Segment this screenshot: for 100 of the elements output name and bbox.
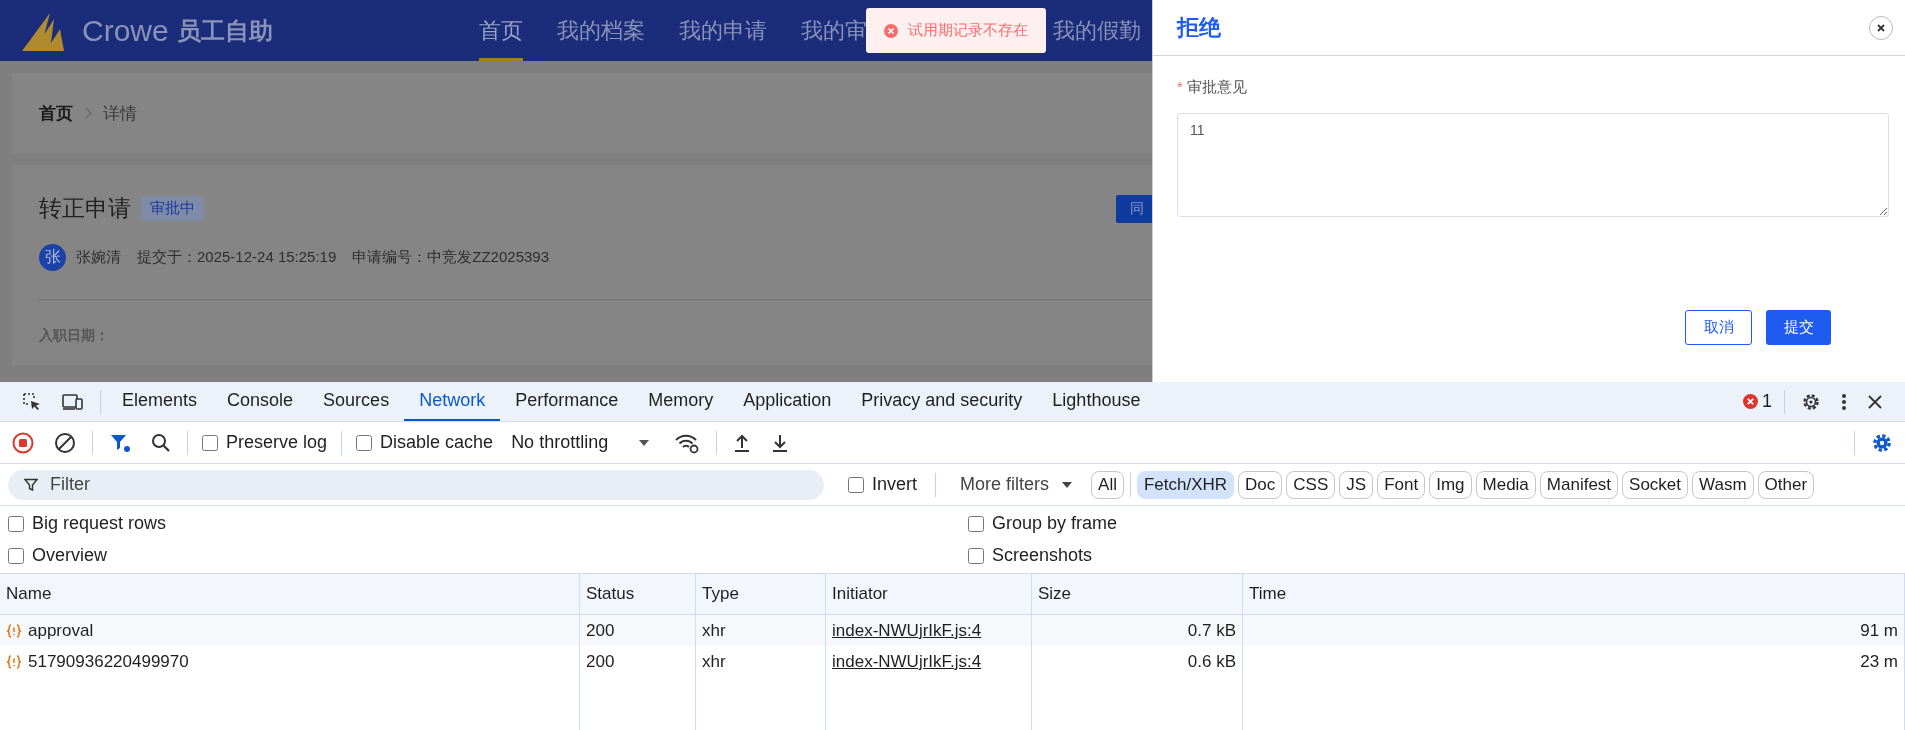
approve-button[interactable]: 同 — [1116, 194, 1152, 223]
comment-field[interactable]: 11 — [1177, 113, 1889, 217]
submitted-time: 提交于：2025-12-24 15:25:19 — [137, 248, 337, 267]
type-filter-chip[interactable]: All — [1091, 470, 1124, 499]
checkbox-label[interactable]: Invert — [872, 474, 918, 495]
type-filter-chip[interactable]: CSS — [1286, 470, 1336, 499]
time-cell: 23 m — [1243, 646, 1905, 677]
type-filter-chip[interactable]: Other — [1757, 470, 1815, 499]
request-name: approval — [28, 620, 94, 641]
more-icon[interactable] — [1841, 392, 1847, 411]
initiator-link[interactable]: index-NWUjrIkF.js:4 — [832, 651, 982, 672]
type-filter-chip[interactable]: Wasm — [1692, 470, 1754, 499]
breadcrumb-item: 详情 — [103, 102, 137, 125]
type-filter-chip[interactable]: Doc — [1238, 470, 1283, 499]
size-cell: 0.6 kB — [1032, 646, 1243, 677]
checkbox-label[interactable]: Screenshots — [992, 545, 1093, 566]
type-filter-chip[interactable]: Socket — [1622, 470, 1689, 499]
checkbox[interactable] — [968, 547, 984, 564]
nav-tab[interactable]: 我的档案 — [557, 0, 645, 61]
devtools-tab[interactable]: Elements — [107, 382, 213, 421]
type-cell: xhr — [696, 646, 826, 677]
checkbox-label[interactable]: Disable cache — [380, 432, 494, 453]
field-label: 审批意见 — [1186, 78, 1247, 97]
column-header[interactable]: Name — [0, 574, 580, 614]
checkbox-label[interactable]: Preserve log — [226, 432, 328, 453]
throttling-dropdown[interactable]: No throttling — [511, 432, 651, 453]
filter-field[interactable]: Filter — [8, 469, 824, 500]
devtools-tab[interactable]: Console — [212, 382, 309, 421]
column-header[interactable]: Size — [1032, 574, 1243, 614]
checkbox-label[interactable]: Big request rows — [32, 513, 167, 534]
devtools-tab[interactable]: Lighthouse — [1037, 382, 1156, 421]
status-cell: 200 — [580, 646, 696, 677]
more-filters-dropdown[interactable]: More filters — [960, 474, 1074, 495]
page-title: 转正申请 — [39, 194, 131, 223]
breadcrumb-item[interactable]: 首页 — [39, 101, 73, 125]
devtools-tab[interactable]: Sources — [308, 382, 405, 421]
upload-icon[interactable] — [733, 432, 752, 453]
nav-tab[interactable]: 首页 — [479, 0, 523, 61]
error-counter[interactable]: 1 — [1743, 391, 1772, 412]
checkbox[interactable] — [848, 476, 864, 493]
caret-icon — [638, 438, 651, 447]
error-icon — [1743, 394, 1758, 409]
app-name: 员工自助 — [176, 15, 273, 46]
search-icon[interactable] — [151, 432, 171, 453]
type-filter-chip[interactable]: Manifest — [1539, 470, 1619, 499]
checkbox[interactable] — [356, 434, 373, 451]
status-tag: 审批中 — [141, 196, 204, 221]
chevron-icon — [83, 107, 93, 119]
column-header[interactable]: Status — [580, 574, 696, 614]
application-number: 申请编号：中竞发ZZ2025393 — [352, 248, 550, 267]
xhr-icon — [6, 623, 22, 638]
avatar: 张 — [39, 244, 66, 271]
settings-icon[interactable] — [1871, 431, 1893, 454]
clear-icon[interactable] — [54, 431, 76, 454]
checkbox[interactable] — [968, 515, 984, 532]
close-icon — [1876, 22, 1886, 33]
nav-tab[interactable]: 我的假勤 — [1053, 0, 1141, 61]
applicant-name: 张婉清 — [76, 248, 121, 267]
devtools-tab[interactable]: Memory — [633, 382, 729, 421]
record-icon[interactable] — [12, 431, 34, 454]
type-filter-chip[interactable]: Img — [1429, 470, 1472, 499]
cancel-button[interactable]: 取消 — [1685, 310, 1752, 345]
checkbox-label[interactable]: Overview — [32, 545, 107, 566]
time-cell: 91 m — [1243, 615, 1905, 646]
nav-tab[interactable]: 我的申请 — [679, 0, 767, 61]
inspect-icon[interactable] — [22, 391, 42, 412]
checkbox[interactable] — [202, 434, 218, 451]
initiator-link[interactable]: index-NWUjrIkF.js:4 — [832, 620, 982, 641]
filter-icon — [24, 477, 38, 492]
logo-text: Crowe — [82, 13, 169, 48]
column-header[interactable]: Time — [1243, 574, 1905, 614]
settings-icon[interactable] — [1801, 391, 1821, 412]
submit-button[interactable]: 提交 — [1766, 310, 1831, 345]
checkbox[interactable] — [8, 547, 24, 564]
checkbox[interactable] — [8, 515, 24, 532]
close-icon[interactable] — [1867, 393, 1883, 410]
required-mark: * — [1177, 78, 1183, 97]
caret-icon — [1061, 480, 1074, 489]
nav-tab[interactable]: 我的审 — [801, 0, 867, 61]
devtools-tab[interactable]: Application — [728, 382, 847, 421]
checkbox-label[interactable]: Group by frame — [992, 513, 1118, 534]
type-filter-chip[interactable]: Fetch/XHR — [1136, 470, 1235, 499]
status-cell: 200 — [580, 615, 696, 646]
xhr-icon — [6, 654, 22, 669]
devtools-tab[interactable]: Privacy and security — [846, 382, 1038, 421]
request-name: 51790936220499970 — [28, 651, 189, 672]
devtools-tab[interactable]: Network — [404, 382, 501, 421]
device-toolbar-icon[interactable] — [62, 392, 84, 411]
type-filter-chip[interactable]: Media — [1475, 470, 1536, 499]
type-filter-chip[interactable]: JS — [1339, 470, 1374, 499]
toast-message: 试用期记录不存在 — [908, 21, 1028, 40]
error-icon — [884, 23, 898, 38]
column-header[interactable]: Initiator — [826, 574, 1032, 614]
type-cell: xhr — [696, 615, 826, 646]
column-header[interactable]: Type — [696, 574, 826, 614]
close-button[interactable] — [1869, 15, 1893, 40]
type-filter-chip[interactable]: Font — [1377, 470, 1426, 499]
devtools-tab[interactable]: Performance — [500, 382, 634, 421]
size-cell: 0.7 kB — [1032, 615, 1243, 646]
download-icon[interactable] — [771, 432, 790, 453]
